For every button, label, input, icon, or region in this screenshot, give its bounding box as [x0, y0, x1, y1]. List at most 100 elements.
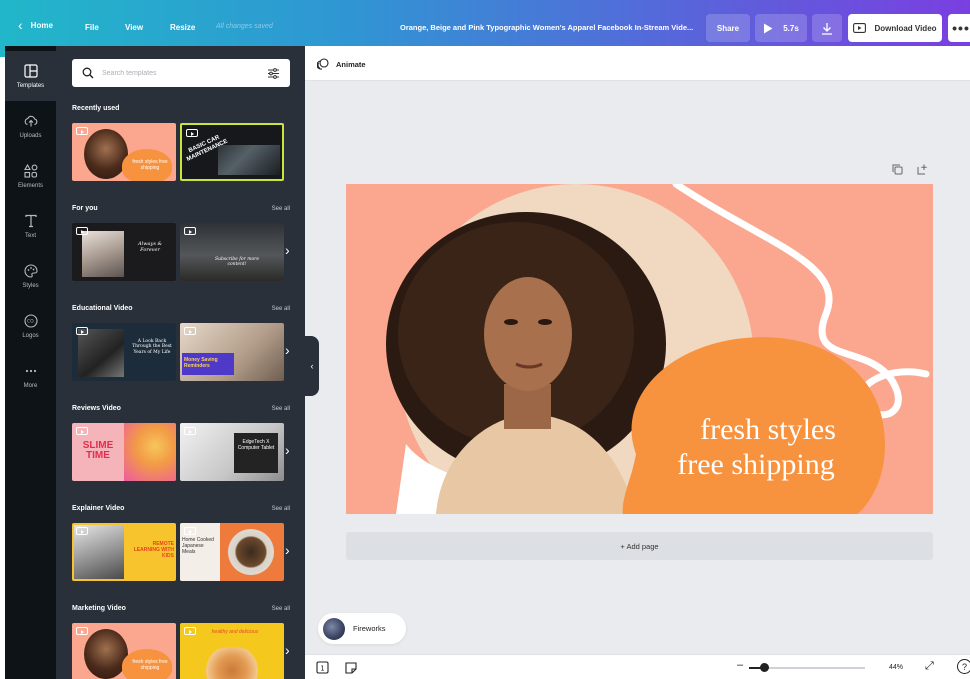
rail-label: Elements [17, 182, 43, 189]
download-quick-button[interactable] [812, 14, 842, 42]
rail-label: Text [24, 232, 36, 239]
chevron-left-icon: ‹ [310, 361, 314, 371]
rail-item-logos[interactable]: CO. Logos [5, 301, 56, 351]
zoom-out-icon[interactable]: – [737, 659, 743, 671]
headline-line-2: free shipping [677, 448, 834, 481]
fireworks-audio-chip[interactable]: Fireworks [318, 613, 406, 644]
animate-button[interactable]: Animate [317, 58, 366, 70]
rail-item-styles[interactable]: Styles [5, 251, 56, 301]
resize-menu[interactable]: Resize [170, 23, 195, 32]
editor-toolbar: Animate [305, 46, 970, 81]
section-title: Educational Video [72, 305, 133, 312]
download-video-button[interactable]: Download Video [848, 14, 942, 42]
notes-button[interactable]: 1 [316, 661, 329, 679]
chevron-left-icon: ‹ [18, 17, 23, 33]
left-rail: Templates Uploads Elements Text Styles C… [5, 46, 56, 679]
thumb-text: healthy and delicious [211, 629, 259, 635]
audio-thumbnail [323, 617, 345, 640]
carousel-next-icon[interactable]: › [285, 242, 290, 258]
home-label: Home [30, 20, 53, 30]
filter-sliders-icon[interactable] [267, 67, 280, 79]
rail-item-text[interactable]: Text [5, 201, 56, 251]
play-button[interactable]: 5.7s [755, 14, 807, 42]
add-page-button[interactable]: + Add page [346, 532, 933, 560]
rail-item-more[interactable]: More [5, 351, 56, 401]
video-badge-icon [76, 627, 88, 635]
thumb-text: Money Saving Reminders [184, 357, 218, 369]
thumb-text: REMOTE LEARNING WITH KIDS [133, 541, 174, 559]
section-title: For you [72, 205, 98, 212]
template-thumb[interactable]: SLIME TIME [72, 423, 176, 481]
svg-text:CO.: CO. [27, 318, 35, 324]
see-all-link[interactable]: See all [272, 606, 290, 612]
svg-text:1: 1 [320, 665, 324, 673]
add-page-icon[interactable] [917, 164, 928, 175]
animate-label: Animate [336, 59, 366, 69]
template-thumb[interactable]: A Look Back Through the Best Years of My… [72, 323, 176, 381]
rail-label: Templates [16, 82, 45, 89]
thumb-text: EdgeTech X Computer Tablet [237, 439, 275, 451]
more-dots-icon [25, 369, 36, 372]
carousel-next-icon[interactable]: › [285, 642, 290, 658]
left-eye [504, 319, 518, 325]
fireworks-label: Fireworks [353, 624, 386, 633]
carousel-next-icon[interactable]: › [285, 442, 290, 458]
more-options-button[interactable]: ••• [948, 14, 970, 42]
see-all-link[interactable]: See all [272, 406, 290, 412]
template-thumb[interactable]: fresh styles free shipping [72, 623, 176, 679]
template-thumb[interactable]: Subscribe for more content! [180, 223, 284, 281]
zoom-level[interactable]: 44% [889, 664, 903, 671]
rail-item-templates[interactable]: Templates [5, 51, 56, 101]
download-arrow-icon [822, 22, 832, 35]
template-thumb[interactable]: fresh styles free shipping [72, 123, 176, 181]
template-thumb[interactable]: healthy and delicious [180, 623, 284, 679]
carousel-next-icon[interactable]: › [285, 342, 290, 358]
fullscreen-icon[interactable]: ⤢ [925, 660, 934, 673]
rail-label: Logos [22, 332, 39, 339]
share-button[interactable]: Share [706, 14, 750, 42]
template-thumb[interactable]: BASIC CAR MAINTENANCE [180, 123, 284, 181]
video-badge-icon [184, 627, 196, 635]
duplicate-page-icon[interactable] [892, 164, 903, 175]
see-all-link[interactable]: See all [272, 506, 290, 512]
collapse-panel-button[interactable]: ‹ [305, 336, 319, 396]
video-badge-icon [184, 427, 196, 435]
editor-area: Animate fresh styles free shipping + Add… [305, 46, 970, 679]
see-all-link[interactable]: See all [272, 206, 290, 212]
view-menu[interactable]: View [125, 23, 143, 32]
document-title[interactable]: Orange, Beige and Pink Typographic Women… [400, 23, 693, 32]
search-box[interactable] [72, 59, 290, 87]
help-icon[interactable]: ? [957, 659, 970, 674]
template-thumb[interactable]: EdgeTech X Computer Tablet [180, 423, 284, 481]
design-canvas[interactable]: fresh styles free shipping [346, 184, 933, 514]
search-icon [82, 67, 94, 79]
file-menu[interactable]: File [85, 23, 99, 32]
video-badge-icon [76, 427, 88, 435]
video-badge-icon [76, 527, 88, 535]
home-button[interactable]: ‹ Home [18, 17, 53, 33]
carousel-next-icon[interactable]: › [285, 542, 290, 558]
video-badge-icon [76, 327, 88, 335]
face-shape [484, 277, 572, 391]
rail-label: More [23, 382, 38, 389]
video-badge-icon [186, 129, 198, 137]
template-thumb[interactable]: Home Cooked Japanese Meals [180, 523, 284, 581]
page-actions [892, 164, 928, 175]
search-input[interactable] [102, 69, 267, 77]
rail-item-elements[interactable]: Elements [5, 151, 56, 201]
shapes-icon [23, 163, 37, 178]
rail-item-uploads[interactable]: Uploads [5, 101, 56, 151]
save-status: All changes saved [216, 23, 273, 30]
template-thumb[interactable]: Always & Forever [72, 223, 176, 281]
template-thumb[interactable]: Money Saving Reminders [180, 323, 284, 381]
video-badge-icon [76, 127, 88, 135]
sticky-note-button[interactable] [345, 661, 357, 679]
rail-label: Uploads [19, 132, 42, 139]
see-all-link[interactable]: See all [272, 306, 290, 312]
download-video-label: Download Video [874, 23, 937, 33]
page-number-icon: 1 [316, 661, 329, 674]
thumb-text: fresh styles free shipping [132, 659, 168, 671]
thumb-text: Subscribe for more content! [214, 257, 259, 268]
zoom-slider-knob[interactable] [760, 663, 769, 672]
template-thumb[interactable]: REMOTE LEARNING WITH KIDS [72, 523, 176, 581]
